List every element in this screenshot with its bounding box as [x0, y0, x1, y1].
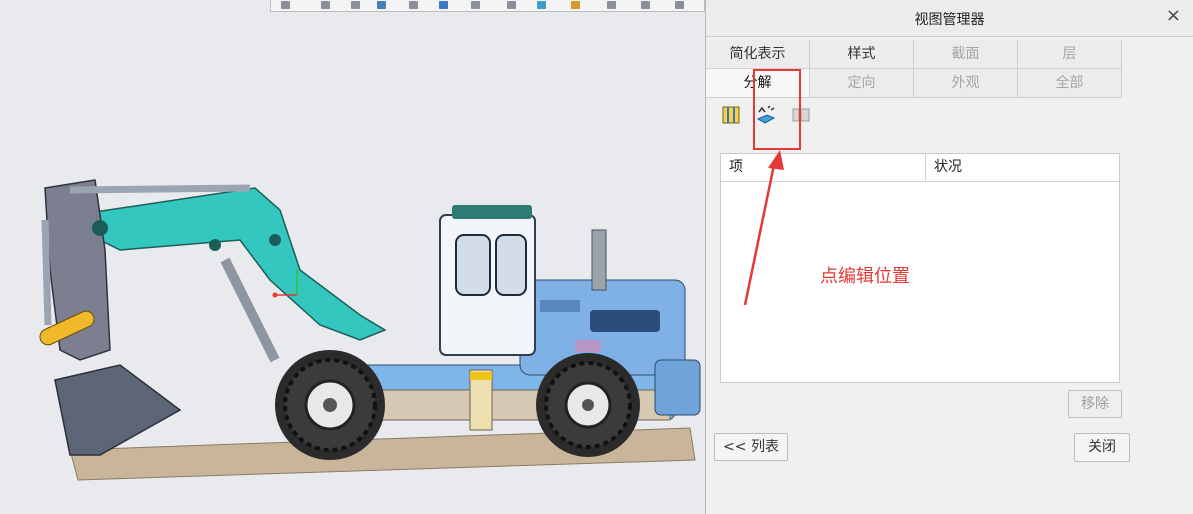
list-toggle-button[interactable]: << 列表 — [714, 433, 788, 461]
tab-all[interactable]: 全部 — [1018, 69, 1122, 97]
toolbar-icon[interactable] — [377, 1, 386, 9]
column-item[interactable]: 项 — [721, 154, 926, 181]
tab-orient[interactable]: 定向 — [810, 69, 914, 97]
dialog-titlebar: 视图管理器 × — [706, 0, 1193, 37]
toolbar-icon[interactable] — [641, 1, 650, 9]
tab-simplified-rep[interactable]: 简化表示 — [706, 40, 810, 68]
toolbar-icon[interactable] — [507, 1, 516, 9]
dialog-title: 视图管理器 — [914, 12, 985, 28]
toolbar-icon[interactable] — [351, 1, 360, 9]
toolbar-icon[interactable] — [571, 1, 580, 9]
toolbar-icon[interactable] — [607, 1, 616, 9]
explode-items-list[interactable]: 项 状况 — [720, 153, 1120, 383]
close-icon[interactable]: × — [1166, 7, 1181, 25]
front-wheel — [536, 353, 640, 457]
toolbar-icon[interactable] — [409, 1, 418, 9]
tab-style[interactable]: 样式 — [810, 40, 914, 68]
toolbar-icon[interactable] — [675, 1, 684, 9]
annotation-text: 点编辑位置 — [820, 266, 910, 287]
highlight-box — [753, 69, 801, 150]
tab-row-1: 简化表示 样式 截面 层 — [706, 40, 1122, 69]
cad-toolbar-strip — [270, 0, 705, 12]
toolbar-icon[interactable] — [321, 1, 330, 9]
toolbar-icon[interactable] — [281, 1, 290, 9]
remove-button[interactable]: 移除 — [1068, 390, 1122, 418]
tab-sections[interactable]: 截面 — [914, 40, 1018, 68]
toolbar-icon[interactable] — [471, 1, 480, 9]
tab-layers[interactable]: 层 — [1018, 40, 1122, 68]
cad-3d-viewport[interactable] — [0, 150, 710, 490]
toolbar-icon[interactable] — [439, 1, 448, 9]
column-status[interactable]: 状况 — [926, 154, 1119, 181]
list-header: 项 状况 — [721, 154, 1119, 182]
explode-new-icon[interactable] — [720, 104, 742, 126]
close-button[interactable]: 关闭 — [1074, 433, 1130, 462]
tab-appearance[interactable]: 外观 — [914, 69, 1018, 97]
rear-wheel — [275, 350, 385, 460]
toolbar-icon[interactable] — [537, 1, 546, 9]
